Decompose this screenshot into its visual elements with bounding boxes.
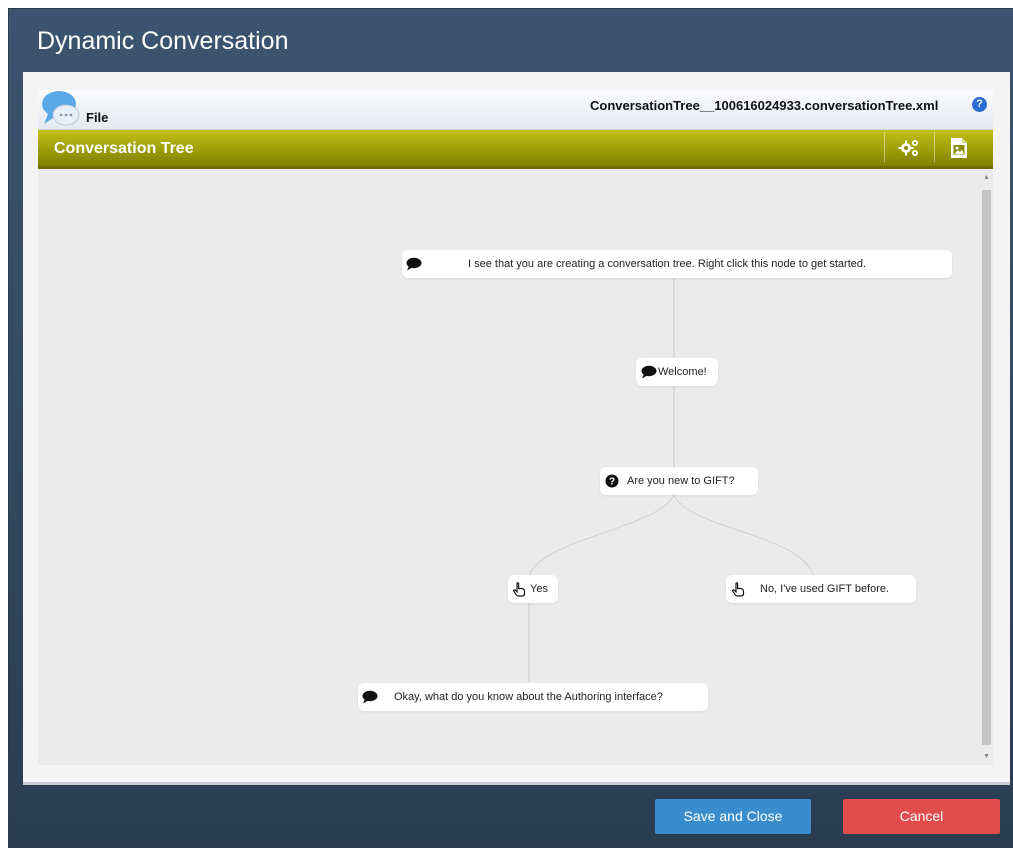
tree-node-question[interactable]: ? Are you new to GIFT? — [600, 467, 758, 495]
node-text: Yes — [530, 583, 548, 595]
file-name: ConversationTree__100616024933.conversat… — [590, 98, 939, 113]
tree-node-choice-yes[interactable]: Yes — [508, 575, 558, 603]
pointing-hand-icon — [732, 582, 745, 597]
conversation-tree-header: Conversation Tree — [38, 130, 993, 169]
node-text: Are you new to GIFT? — [627, 475, 735, 487]
dialog-title: Dynamic Conversation — [37, 27, 289, 55]
dialog-content: File ConversationTree__100616024933.conv… — [23, 72, 1010, 782]
tree-node-welcome[interactable]: Welcome! — [636, 358, 718, 386]
header-divider — [934, 132, 935, 162]
tree-node-intro[interactable]: I see that you are creating a conversati… — [402, 250, 952, 278]
conversation-tree-canvas[interactable]: I see that you are creating a conversati… — [38, 169, 993, 765]
conversation-tree-panel: File ConversationTree__100616024933.conv… — [38, 90, 993, 765]
node-text: I see that you are creating a conversati… — [468, 258, 867, 270]
speech-bubble-icon — [362, 690, 378, 704]
speech-bubble-icon — [641, 365, 657, 379]
conversation-tree-title: Conversation Tree — [54, 140, 194, 157]
canvas-scrollbar[interactable]: ▲ ▼ — [980, 169, 993, 765]
scroll-up-arrow-icon[interactable]: ▲ — [982, 173, 991, 183]
save-and-close-button[interactable]: Save and Close — [655, 799, 811, 834]
node-text: Okay, what do you know about the Authori… — [394, 691, 663, 703]
file-bar: File ConversationTree__100616024933.conv… — [38, 90, 993, 130]
scroll-thumb[interactable] — [982, 190, 991, 745]
conversation-app-icon — [42, 91, 80, 126]
tree-node-choice-no[interactable]: No, I've used GIFT before. — [726, 575, 916, 603]
tree-node-followup[interactable]: Okay, what do you know about the Authori… — [358, 683, 708, 711]
file-menu[interactable]: File — [86, 110, 108, 125]
footer-divider — [23, 782, 1010, 785]
edge-question-yes — [528, 494, 675, 578]
scroll-down-arrow-icon[interactable]: ▼ — [982, 752, 991, 762]
speech-bubble-icon — [406, 257, 422, 271]
svg-text:?: ? — [609, 477, 615, 488]
node-text: No, I've used GIFT before. — [760, 583, 890, 595]
question-circle-icon[interactable]: ? — [972, 97, 987, 112]
edge-question-no — [673, 494, 815, 578]
node-text: Welcome! — [658, 366, 707, 378]
pointing-hand-icon — [513, 582, 526, 597]
question-circle-icon: ? — [605, 474, 619, 488]
gears-icon[interactable] — [897, 136, 921, 160]
header-divider — [884, 132, 885, 162]
dynamic-conversation-dialog: Dynamic Conversation File ConversationTr… — [8, 8, 1013, 848]
image-file-icon[interactable] — [947, 136, 971, 160]
cancel-button[interactable]: Cancel — [843, 799, 1000, 834]
